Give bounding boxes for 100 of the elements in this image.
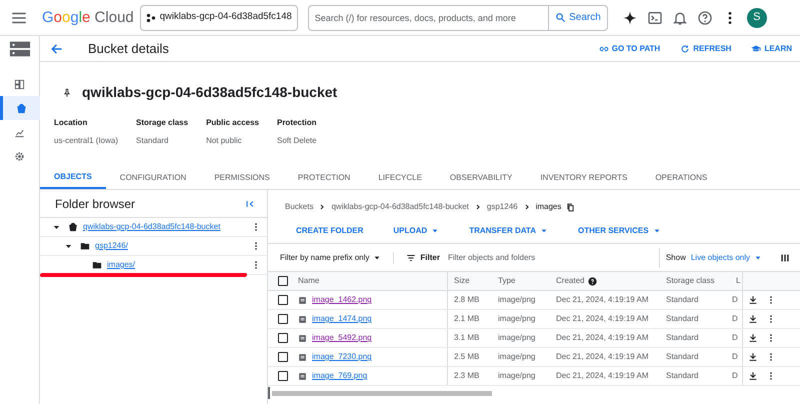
table-cell: 2.3 MB: [454, 371, 480, 380]
download-icon[interactable]: [748, 314, 758, 324]
table-cell: D: [732, 333, 738, 342]
filter-button[interactable]: Filter: [406, 252, 440, 264]
avatar[interactable]: S: [746, 8, 767, 28]
tab[interactable]: CONFIGURATION: [106, 167, 200, 189]
breadcrumb[interactable]: qwiklabs-gcp-04-6d38ad5fc148-bucket: [331, 201, 469, 213]
file-link[interactable]: image_7230.png: [312, 351, 372, 363]
bell-icon[interactable]: [672, 10, 688, 26]
column-header: L: [736, 275, 740, 287]
table-cell: D: [732, 352, 738, 361]
table-cell: image/png: [498, 371, 536, 380]
breadcrumb[interactable]: Buckets: [285, 201, 314, 213]
column-header: Type: [498, 275, 516, 287]
dashboard-icon: [14, 78, 25, 90]
file-link[interactable]: image_5492.png: [312, 332, 372, 344]
search-field[interactable]: Search (/) for resources, docs, products, and more Search: [308, 4, 608, 30]
download-icon[interactable]: [748, 333, 758, 343]
checkbox[interactable]: [278, 276, 288, 286]
breadcrumb: images: [536, 201, 562, 213]
back-icon[interactable]: [50, 42, 64, 56]
tab[interactable]: OBSERVABILITY: [436, 167, 526, 189]
checkbox[interactable]: [278, 371, 288, 381]
filter-icon: [406, 252, 416, 262]
tab[interactable]: LIFECYCLE: [364, 167, 436, 189]
table-cell: 2.5 MB: [454, 352, 480, 361]
column-header: Name: [298, 275, 320, 287]
tab[interactable]: OBJECTS: [40, 167, 106, 189]
help-icon[interactable]: [696, 10, 713, 26]
download-icon[interactable]: [748, 295, 758, 305]
file-link[interactable]: image_769.png: [312, 370, 368, 382]
tab[interactable]: INVENTORY REPORTS: [526, 167, 642, 189]
breadcrumb[interactable]: gsp1246: [486, 201, 518, 213]
graduation-cap-icon: [751, 44, 762, 54]
column-header: Created: [556, 275, 584, 287]
search-icon: [555, 12, 566, 23]
search-button[interactable]: Search: [548, 6, 607, 30]
table-cell: image/png: [498, 295, 536, 304]
download-icon[interactable]: [748, 371, 758, 381]
table-cell: Standard: [666, 333, 698, 342]
show-label: Show: [666, 252, 686, 264]
folder-link[interactable]: qwiklabs-gcp-04-6d38ad5fc148-bucket: [83, 221, 220, 233]
header-action[interactable]: LEARN: [751, 42, 792, 54]
table-cell: Dec 21, 2024, 4:19:19 AM: [556, 352, 649, 361]
header-action[interactable]: GO TO PATH: [598, 42, 660, 54]
page-title: Bucket details: [88, 40, 169, 58]
columns-icon[interactable]: [780, 252, 790, 262]
table-cell: 3.1 MB: [454, 333, 480, 342]
table-cell: image/png: [498, 352, 536, 361]
filter-mode-dropdown[interactable]: Filter by name prefix only: [280, 252, 394, 264]
chevron-icon: [522, 203, 531, 211]
table-cell: Standard: [666, 314, 698, 323]
tab[interactable]: PERMISSIONS: [200, 167, 284, 189]
column-header: Size: [454, 275, 470, 287]
sparkle-icon[interactable]: [622, 10, 638, 26]
column-header: Storage class: [666, 275, 714, 287]
caret-icon: [373, 254, 382, 262]
checkbox[interactable]: [278, 314, 288, 324]
file-link[interactable]: image_1462.png: [312, 294, 372, 306]
property-label: Protection: [276, 117, 317, 129]
action-button[interactable]: CREATE FOLDER: [286, 220, 374, 240]
table-cell: Standard: [666, 371, 698, 380]
action-button[interactable]: UPLOAD: [383, 220, 450, 240]
project-icon: [146, 12, 156, 22]
rail-item[interactable]: [0, 96, 40, 120]
filter-field[interactable]: Filter objects and folders: [448, 252, 659, 264]
copy-icon: [566, 202, 576, 212]
bucket-icon: [16, 102, 26, 114]
checkbox[interactable]: [278, 295, 288, 305]
download-icon[interactable]: [748, 352, 758, 362]
table-cell: 2.8 MB: [454, 295, 480, 304]
collapse-icon[interactable]: [245, 198, 255, 208]
tab[interactable]: PROTECTION: [284, 167, 364, 189]
folder-link[interactable]: gsp1246/: [95, 240, 128, 252]
file-link[interactable]: image_1474.png: [312, 313, 372, 325]
logo[interactable]: Google Cloud: [42, 8, 134, 26]
checkbox[interactable]: [278, 333, 288, 343]
file-icon: [298, 296, 307, 304]
table-cell: Standard: [666, 352, 698, 361]
table-cell: D: [732, 314, 738, 323]
table-cell: image/png: [498, 314, 536, 323]
action-button[interactable]: OTHER SERVICES: [568, 220, 671, 240]
project-picker[interactable]: qwiklabs-gcp-04-6d38ad5fc148: [140, 4, 298, 30]
show-dropdown[interactable]: Live objects only: [690, 252, 762, 264]
bucket-name: qwiklabs-gcp-04-6d38ad5fc148-bucket: [82, 83, 338, 102]
checkbox[interactable]: [278, 352, 288, 362]
folder-link[interactable]: images/: [107, 259, 136, 271]
pin-icon: [62, 88, 72, 98]
table-cell: Dec 21, 2024, 4:19:19 AM: [556, 333, 649, 342]
table-cell: image/png: [498, 333, 536, 342]
terminal-icon[interactable]: [646, 10, 663, 26]
bucket-icon: [68, 222, 78, 232]
property-value: us-central1 (Iowa): [54, 135, 118, 147]
tab[interactable]: OPERATIONS: [641, 167, 722, 189]
caret-icon: [754, 254, 762, 262]
file-icon: [298, 352, 307, 362]
table-cell: Dec 21, 2024, 4:19:19 AM: [556, 314, 649, 323]
action-button[interactable]: TRANSFER DATA: [459, 220, 558, 240]
horizontal-scrollbar[interactable]: [272, 390, 492, 396]
header-action[interactable]: REFRESH: [680, 42, 732, 54]
